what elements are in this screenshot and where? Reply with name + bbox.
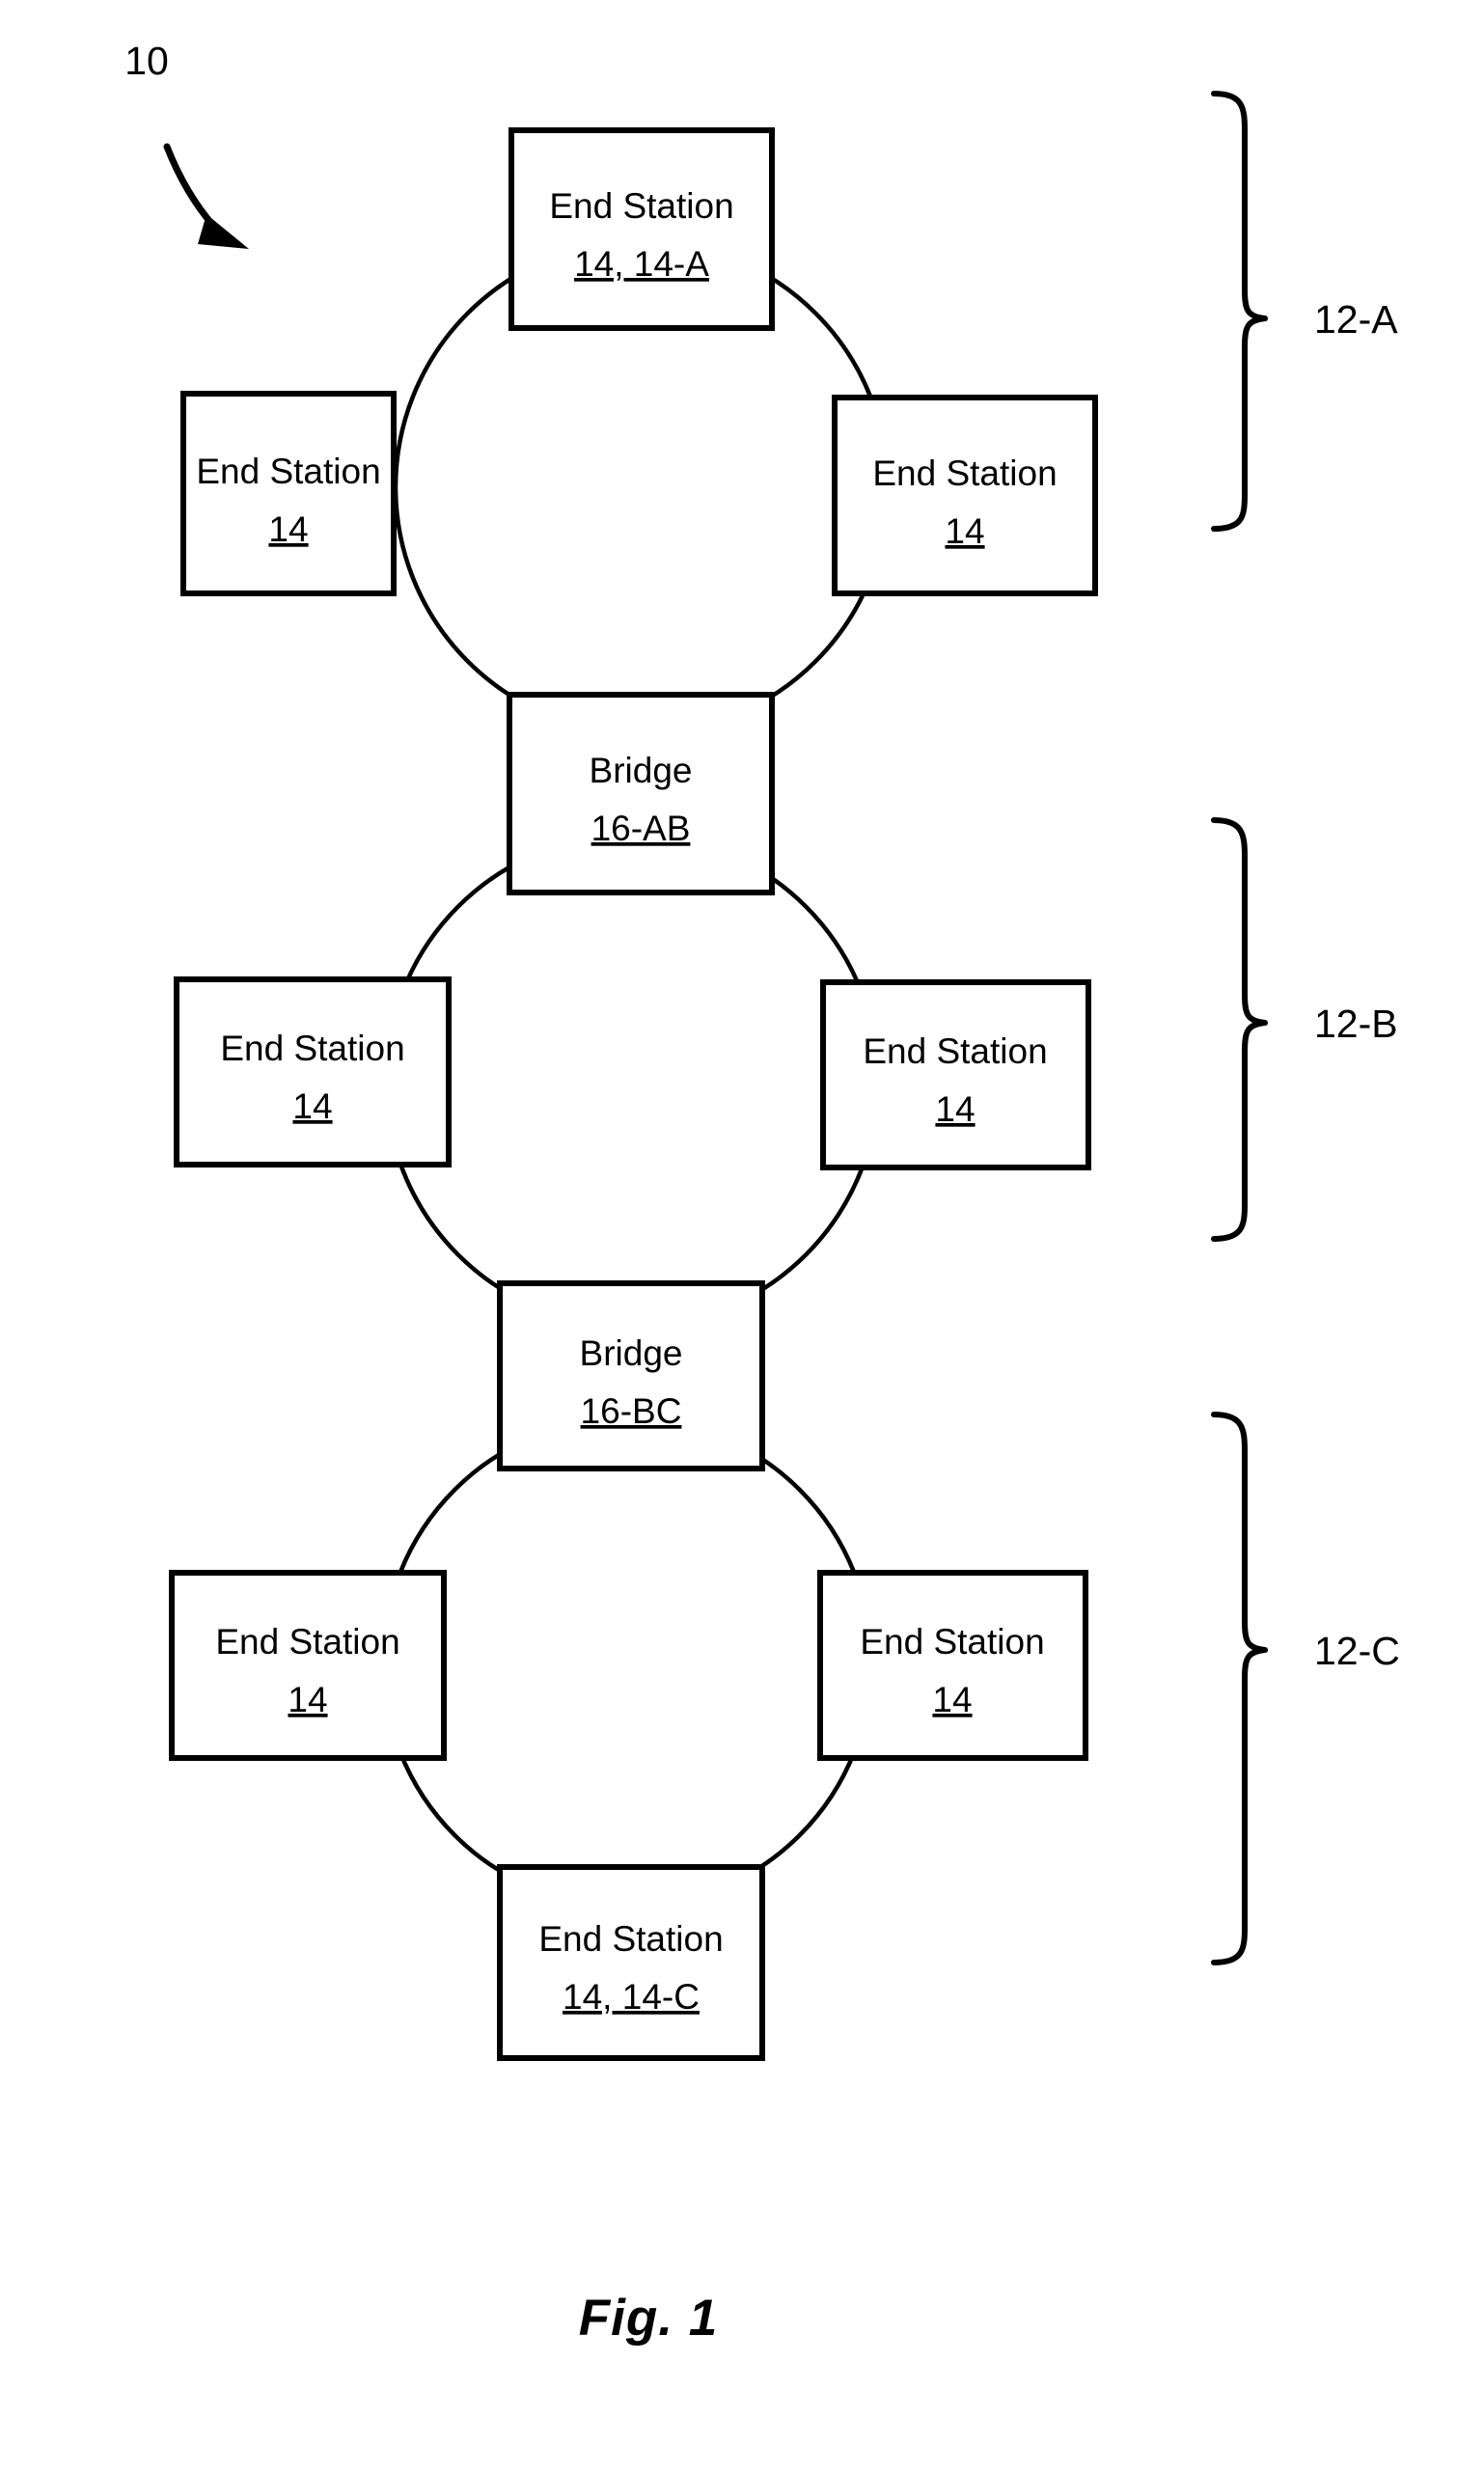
node-title: End Station	[196, 452, 380, 491]
bridge-node-ab[interactable]: Bridge 16-AB	[507, 692, 775, 895]
node-title: End Station	[538, 1919, 723, 1959]
node-box[interactable]	[832, 395, 1098, 596]
node-reference: 14	[268, 509, 308, 549]
bracket-label: 12-C	[1314, 1629, 1400, 1673]
node-title: End Station	[860, 1622, 1044, 1662]
node-box[interactable]	[508, 127, 775, 331]
figure-canvas: End Station 14, 14-A End Station 14 End …	[124, 39, 1400, 2347]
node-box[interactable]	[497, 1280, 765, 1471]
node-reference: 14	[292, 1086, 332, 1126]
node-title: End Station	[872, 453, 1057, 493]
node-reference: 14	[935, 1089, 975, 1129]
ring-b-node-right[interactable]: End Station 14	[820, 979, 1091, 1170]
node-reference: 14	[945, 511, 984, 551]
ring-a-node-left[interactable]: End Station 14	[180, 391, 397, 596]
ring-b-circle	[383, 832, 881, 1330]
bracket-label: 12-B	[1314, 1002, 1398, 1046]
ring-a-node-right[interactable]: End Station 14	[832, 395, 1098, 596]
node-reference: 16-AB	[591, 809, 691, 848]
bracket-label: 12-A	[1314, 297, 1398, 342]
figure-caption: Fig. 1	[579, 2290, 718, 2347]
node-box[interactable]	[820, 979, 1091, 1170]
node-reference: 16-BC	[581, 1391, 682, 1431]
ring-c-node-bottom[interactable]: End Station 14, 14-C	[497, 1864, 765, 2061]
node-title: Bridge	[590, 751, 693, 790]
node-box[interactable]	[169, 1570, 447, 1761]
node-title: End Station	[863, 1031, 1047, 1071]
ring-b-topology	[383, 832, 881, 1330]
node-title: End Station	[220, 1029, 404, 1068]
node-reference: 14	[288, 1680, 327, 1719]
node-box[interactable]	[174, 976, 452, 1167]
ring-c-circle	[380, 1415, 874, 1909]
node-title: End Station	[549, 186, 733, 226]
node-reference: 14, 14-C	[563, 1977, 700, 2017]
node-box[interactable]	[497, 1864, 765, 2061]
node-box[interactable]	[817, 1570, 1088, 1761]
brace-path	[1211, 817, 1268, 1242]
node-reference: 14, 14-A	[574, 244, 709, 284]
callout-number-10: 10	[124, 39, 169, 83]
system-callout: 10	[124, 39, 249, 249]
ring-a-node-top[interactable]: End Station 14, 14-A	[508, 127, 775, 331]
ring-c-topology	[380, 1415, 874, 1909]
bracket-ring-b: 12-B	[1211, 817, 1398, 1242]
brace-path	[1211, 1412, 1268, 1965]
ring-c-node-right[interactable]: End Station 14	[817, 1570, 1088, 1761]
bridge-node-bc[interactable]: Bridge 16-BC	[497, 1280, 765, 1471]
bracket-ring-a: 12-A	[1211, 91, 1398, 532]
patent-figure: End Station 14, 14-A End Station 14 End …	[0, 0, 1484, 2472]
node-reference: 14	[932, 1680, 972, 1719]
node-title: Bridge	[580, 1333, 683, 1373]
node-box[interactable]	[507, 692, 775, 895]
bracket-ring-c: 12-C	[1211, 1412, 1400, 1965]
ring-b-node-left[interactable]: End Station 14	[174, 976, 452, 1167]
ring-c-node-left[interactable]: End Station 14	[169, 1570, 447, 1761]
node-title: End Station	[215, 1622, 399, 1662]
callout-arrow-head	[198, 214, 249, 249]
node-box[interactable]	[180, 391, 397, 596]
brace-path	[1211, 91, 1268, 532]
